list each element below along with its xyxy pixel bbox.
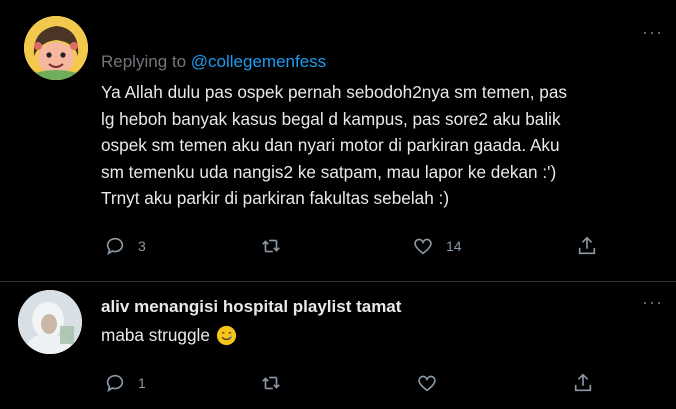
retweet-button[interactable]: [260, 371, 294, 395]
tweet-body-line: ospek sm temen aku dan nyari motor di pa…: [101, 135, 560, 156]
tweet-actions: 1: [100, 371, 620, 395]
tweet-body: maba struggle: [101, 325, 237, 346]
author-name[interactable]: aliv menangisi hospital playlist tamat: [101, 297, 401, 317]
smiling-face-with-tear-icon: [216, 325, 237, 346]
replying-prefix: Replying to: [101, 52, 191, 71]
tweet-actions: 3 14: [100, 234, 620, 258]
more-options-icon[interactable]: ···: [642, 23, 662, 42]
tweet-body-line: Trnyt aku parkir di parkiran fakultas se…: [101, 188, 450, 209]
reply-button[interactable]: 1: [104, 371, 146, 395]
tweet-body-text: maba struggle: [101, 325, 210, 345]
share-button[interactable]: [572, 371, 594, 395]
reply-icon: [106, 374, 124, 393]
share-icon: [574, 373, 592, 392]
retweet-icon: [262, 376, 280, 390]
avatar[interactable]: [24, 16, 88, 80]
share-button[interactable]: [576, 234, 598, 258]
heart-icon: [418, 375, 436, 392]
cartoon-avatar-icon: [24, 16, 88, 80]
reply-icon: [106, 237, 124, 256]
tweet-body-line: lg heboh banyak kasus begal d kampus, pa…: [101, 108, 561, 129]
retweet-icon: [262, 239, 280, 253]
more-options-icon[interactable]: ···: [642, 293, 662, 312]
reply-count: 3: [138, 238, 146, 254]
reply-count: 1: [138, 375, 146, 391]
retweet-button[interactable]: [260, 234, 294, 258]
tweet-body-line: Ya Allah dulu pas ospek pernah sebodoh2n…: [101, 82, 567, 102]
avatar[interactable]: [18, 290, 82, 354]
person-avatar-icon: [18, 290, 82, 354]
share-icon: [578, 236, 596, 255]
tweet-body-line: sm temenku uda nangis2 ke satpam, mau la…: [101, 161, 557, 182]
reply-button[interactable]: 3: [104, 234, 146, 258]
like-button[interactable]: 14: [412, 234, 462, 258]
replying-to: Replying to @collegemenfess: [101, 52, 326, 72]
tweet-main[interactable]: ··· Replying to @collegemenfess Ya Allah…: [0, 0, 676, 282]
redacted-header: [100, 14, 520, 44]
mention-link[interactable]: @collegemenfess: [191, 52, 326, 71]
tweet-body: Ya Allah dulu pas ospek pernah sebodoh2n…: [101, 79, 661, 212]
like-count: 14: [446, 238, 462, 254]
heart-icon: [414, 238, 432, 255]
like-button[interactable]: [416, 371, 450, 395]
